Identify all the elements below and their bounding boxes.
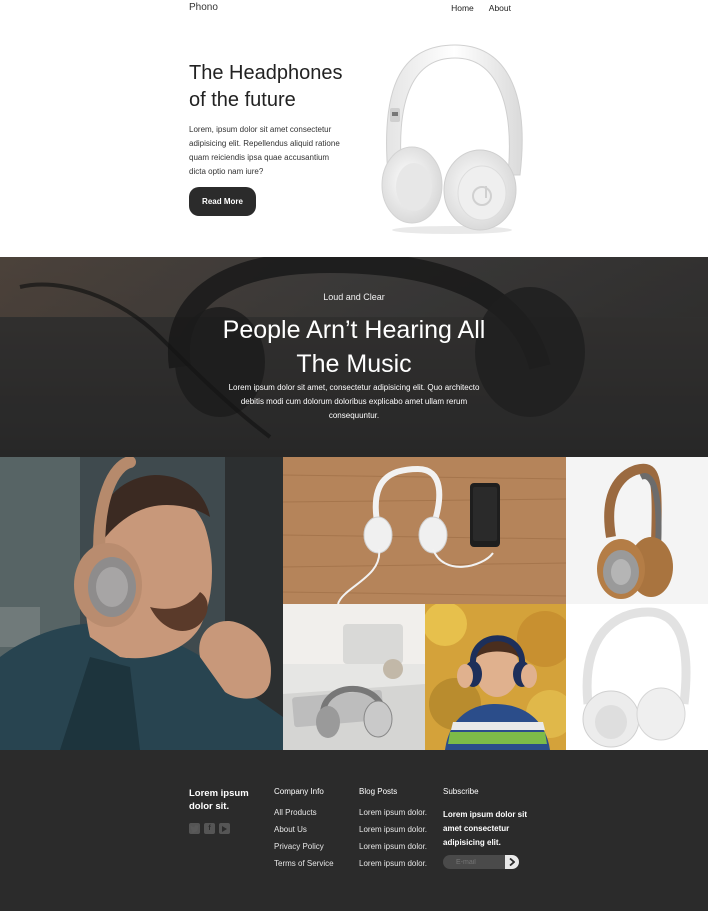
gallery-photo-white-headphones xyxy=(566,604,708,750)
hero-banner: Loud and Clear People Arn’t Hearing All … xyxy=(0,257,708,457)
hero-headphones-image xyxy=(381,44,523,234)
footer-blog-post-link[interactable]: Lorem ipsum dolor. xyxy=(359,825,427,835)
read-more-button[interactable]: Read More xyxy=(189,187,256,216)
footer-blog-post-link[interactable]: Lorem ipsum dolor. xyxy=(359,842,427,852)
footer-subscribe-heading: Subscribe xyxy=(443,787,479,796)
gallery-photo-boy-headphones xyxy=(425,604,566,750)
gallery-photo-man-headphones xyxy=(0,457,283,750)
youtube-icon[interactable] xyxy=(219,823,230,834)
footer-link-privacy-policy[interactable]: Privacy Policy xyxy=(274,842,334,852)
footer-link-all-products[interactable]: All Products xyxy=(274,808,334,818)
hero-title: The Headphones of the future xyxy=(189,62,343,111)
site-footer: Lorem ipsum dolor sit. f Company Info Al… xyxy=(0,750,708,911)
footer-tagline: Lorem ipsum dolor sit. xyxy=(189,788,249,812)
facebook-icon[interactable]: f xyxy=(204,823,215,834)
gallery-photo-tan-headphones xyxy=(566,457,708,604)
photo-gallery xyxy=(0,457,708,750)
hero-text: Lorem, ipsum dolor sit amet consectetur … xyxy=(189,125,340,176)
footer-company-column: Company Info All Products About Us Priva… xyxy=(274,787,334,876)
footer-blog-heading: Blog Posts xyxy=(359,787,398,796)
footer-link-terms[interactable]: Terms of Service xyxy=(274,859,334,869)
email-input[interactable] xyxy=(443,855,505,869)
gallery-photo-headphones-wood xyxy=(283,457,566,604)
hero-section: The Headphones of the future Lorem, ipsu… xyxy=(0,0,708,257)
subscribe-form xyxy=(443,855,519,869)
footer-subscribe-column: Subscribe Lorem ipsum dolor sit amet con… xyxy=(443,787,528,850)
subscribe-submit-button[interactable] xyxy=(505,855,519,869)
banner-eyebrow: Loud and Clear xyxy=(323,292,385,302)
footer-blog-column: Blog Posts Lorem ipsum dolor. Lorem ipsu… xyxy=(359,787,427,876)
banner-text: Lorem ipsum dolor sit amet, consectetur … xyxy=(228,383,480,420)
twitter-icon[interactable] xyxy=(189,823,200,834)
footer-blog-post-link[interactable]: Lorem ipsum dolor. xyxy=(359,808,427,818)
footer-subscribe-text: Lorem ipsum dolor sit amet consectetur a… xyxy=(443,810,528,847)
chevron-right-icon xyxy=(509,858,515,866)
banner-title: People Arn’t Hearing All The Music xyxy=(222,316,486,378)
gallery-photo-desk-headphones xyxy=(283,604,425,750)
footer-company-heading: Company Info xyxy=(274,787,324,796)
footer-link-about-us[interactable]: About Us xyxy=(274,825,334,835)
social-links: f xyxy=(189,823,230,834)
footer-blog-post-link[interactable]: Lorem ipsum dolor. xyxy=(359,859,427,869)
